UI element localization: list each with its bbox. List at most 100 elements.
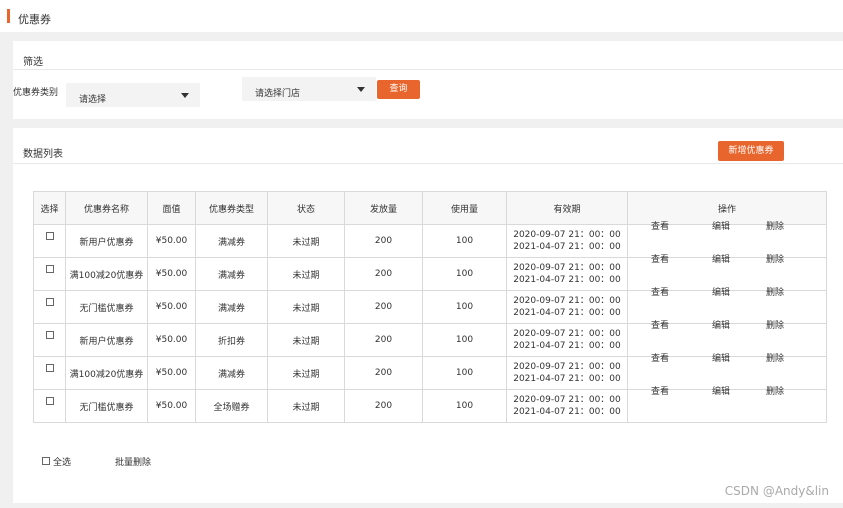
row-checkbox[interactable] — [45, 231, 54, 240]
batch-delete-button[interactable]: 批量删除 — [115, 455, 151, 468]
coupon-type-select[interactable]: 请选择 — [66, 83, 200, 107]
delete-link[interactable]: 删除 — [766, 384, 784, 397]
watermark: CSDN @Andy&lin — [724, 484, 829, 498]
select-cell — [33, 389, 66, 423]
used-count: 100 — [422, 257, 507, 291]
table-header-row: 选择 优惠券名称 面值 优惠券类型 状态 发放量 使用量 有效期 操作 — [33, 191, 827, 225]
valid-start: 2020-09-07 21：00：00 — [513, 296, 621, 306]
add-coupon-button[interactable]: 新增优惠券 — [718, 141, 784, 161]
select-cell — [33, 356, 66, 390]
coupon-type: 满减券 — [195, 257, 268, 291]
delete-link[interactable]: 删除 — [766, 318, 784, 331]
coupon-name: 无门槛优惠券 — [65, 290, 148, 324]
valid-start: 2020-09-07 21：00：00 — [513, 395, 621, 405]
row-checkbox[interactable] — [45, 264, 54, 273]
data-list-header: 数据列表 新增优惠券 — [13, 128, 843, 164]
issued-count: 200 — [344, 323, 423, 357]
delete-link[interactable]: 删除 — [766, 219, 784, 232]
validity-cell: 2020-09-07 21：00：00 2021-04-07 21：00：00 — [506, 257, 628, 291]
top-bar: 优惠券 — [0, 0, 843, 32]
edit-link[interactable]: 编辑 — [712, 252, 730, 265]
coupon-name: 新用户优惠券 — [65, 224, 148, 258]
row-checkbox[interactable] — [45, 330, 54, 339]
edit-link[interactable]: 编辑 — [712, 318, 730, 331]
select-cell — [33, 257, 66, 291]
coupon-name: 新用户优惠券 — [65, 323, 148, 357]
filter-panel-header: 筛选 — [13, 41, 843, 70]
valid-start: 2020-09-07 21：00：00 — [513, 362, 621, 372]
issued-count: 200 — [344, 356, 423, 390]
query-button[interactable]: 查询 — [377, 80, 420, 99]
edit-link[interactable]: 编辑 — [712, 285, 730, 298]
coupon-name: 满100减20优惠券 — [65, 356, 148, 390]
table-row: 无门槛优惠券 ¥50.00 全场赠券 未过期 200 100 2020-09-0… — [33, 387, 827, 423]
table-row: 无门槛优惠券 ¥50.00 满减券 未过期 200 100 2020-09-07… — [33, 288, 827, 324]
row-checkbox[interactable] — [45, 396, 54, 405]
column-header: 面值 — [147, 191, 196, 225]
row-checkbox[interactable] — [45, 297, 54, 306]
coupon-name: 满100减20优惠券 — [65, 257, 148, 291]
column-header: 优惠券类型 — [195, 191, 268, 225]
caret-down-icon — [181, 93, 189, 98]
issued-count: 200 — [344, 224, 423, 258]
used-count: 100 — [422, 290, 507, 324]
actions-cell: 查看 编辑 删除 — [627, 387, 827, 423]
coupon-type: 折扣券 — [195, 323, 268, 357]
select-all[interactable]: 全选 — [42, 455, 71, 468]
issued-count: 200 — [344, 389, 423, 423]
page-title: 优惠券 — [18, 13, 51, 26]
table-row: 满100减20优惠券 ¥50.00 满减券 未过期 200 100 2020-0… — [33, 354, 827, 390]
table-row: 新用户优惠券 ¥50.00 折扣券 未过期 200 100 2020-09-07… — [33, 321, 827, 357]
caret-down-icon — [357, 87, 365, 92]
validity-cell: 2020-09-07 21：00：00 2021-04-07 21：00：00 — [506, 224, 628, 258]
select-all-label: 全选 — [53, 458, 72, 468]
coupon-status: 未过期 — [267, 257, 345, 291]
issued-count: 200 — [344, 290, 423, 324]
select-all-checkbox[interactable] — [42, 457, 50, 465]
coupon-status: 未过期 — [267, 290, 345, 324]
edit-link[interactable]: 编辑 — [712, 219, 730, 232]
delete-link[interactable]: 删除 — [766, 351, 784, 364]
issued-count: 200 — [344, 257, 423, 291]
view-link[interactable]: 查看 — [651, 318, 669, 331]
coupon-type: 满减券 — [195, 224, 268, 258]
coupon-status: 未过期 — [267, 224, 345, 258]
title-accent-bar — [7, 9, 10, 23]
valid-start: 2020-09-07 21：00：00 — [513, 230, 621, 240]
valid-end: 2021-04-07 21：00：00 — [513, 407, 621, 417]
coupon-value: ¥50.00 — [147, 257, 196, 291]
used-count: 100 — [422, 389, 507, 423]
store-select[interactable]: 请选择门店 — [242, 77, 376, 101]
coupon-type: 满减券 — [195, 290, 268, 324]
coupon-value: ¥50.00 — [147, 389, 196, 423]
coupon-type-label: 优惠券类别 — [13, 88, 59, 98]
view-link[interactable]: 查看 — [651, 384, 669, 397]
coupon-status: 未过期 — [267, 356, 345, 390]
delete-link[interactable]: 删除 — [766, 252, 784, 265]
edit-link[interactable]: 编辑 — [712, 384, 730, 397]
coupon-table: 选择 优惠券名称 面值 优惠券类型 状态 发放量 使用量 有效期 操作 新用户优… — [33, 191, 827, 423]
view-link[interactable]: 查看 — [651, 285, 669, 298]
view-link[interactable]: 查看 — [651, 252, 669, 265]
view-link[interactable]: 查看 — [651, 219, 669, 232]
delete-link[interactable]: 删除 — [766, 285, 784, 298]
column-header: 状态 — [267, 191, 345, 225]
coupon-type-select-value: 请选择 — [79, 95, 107, 105]
edit-link[interactable]: 编辑 — [712, 351, 730, 364]
valid-end: 2021-04-07 21：00：00 — [513, 275, 621, 285]
used-count: 100 — [422, 224, 507, 258]
table-row: 满100减20优惠券 ¥50.00 满减券 未过期 200 100 2020-0… — [33, 255, 827, 291]
select-cell — [33, 323, 66, 357]
row-checkbox[interactable] — [45, 363, 54, 372]
valid-start: 2020-09-07 21：00：00 — [513, 329, 621, 339]
data-list-title: 数据列表 — [23, 149, 63, 160]
column-header: 使用量 — [422, 191, 507, 225]
select-cell — [33, 224, 66, 258]
valid-start: 2020-09-07 21：00：00 — [513, 263, 621, 273]
column-header: 优惠券名称 — [65, 191, 148, 225]
data-list-panel: 数据列表 新增优惠券 选择 优惠券名称 面值 优惠券类型 状态 发放量 使用量 … — [13, 128, 843, 503]
column-header: 有效期 — [506, 191, 628, 225]
view-link[interactable]: 查看 — [651, 351, 669, 364]
validity-cell: 2020-09-07 21：00：00 2021-04-07 21：00：00 — [506, 323, 628, 357]
used-count: 100 — [422, 356, 507, 390]
